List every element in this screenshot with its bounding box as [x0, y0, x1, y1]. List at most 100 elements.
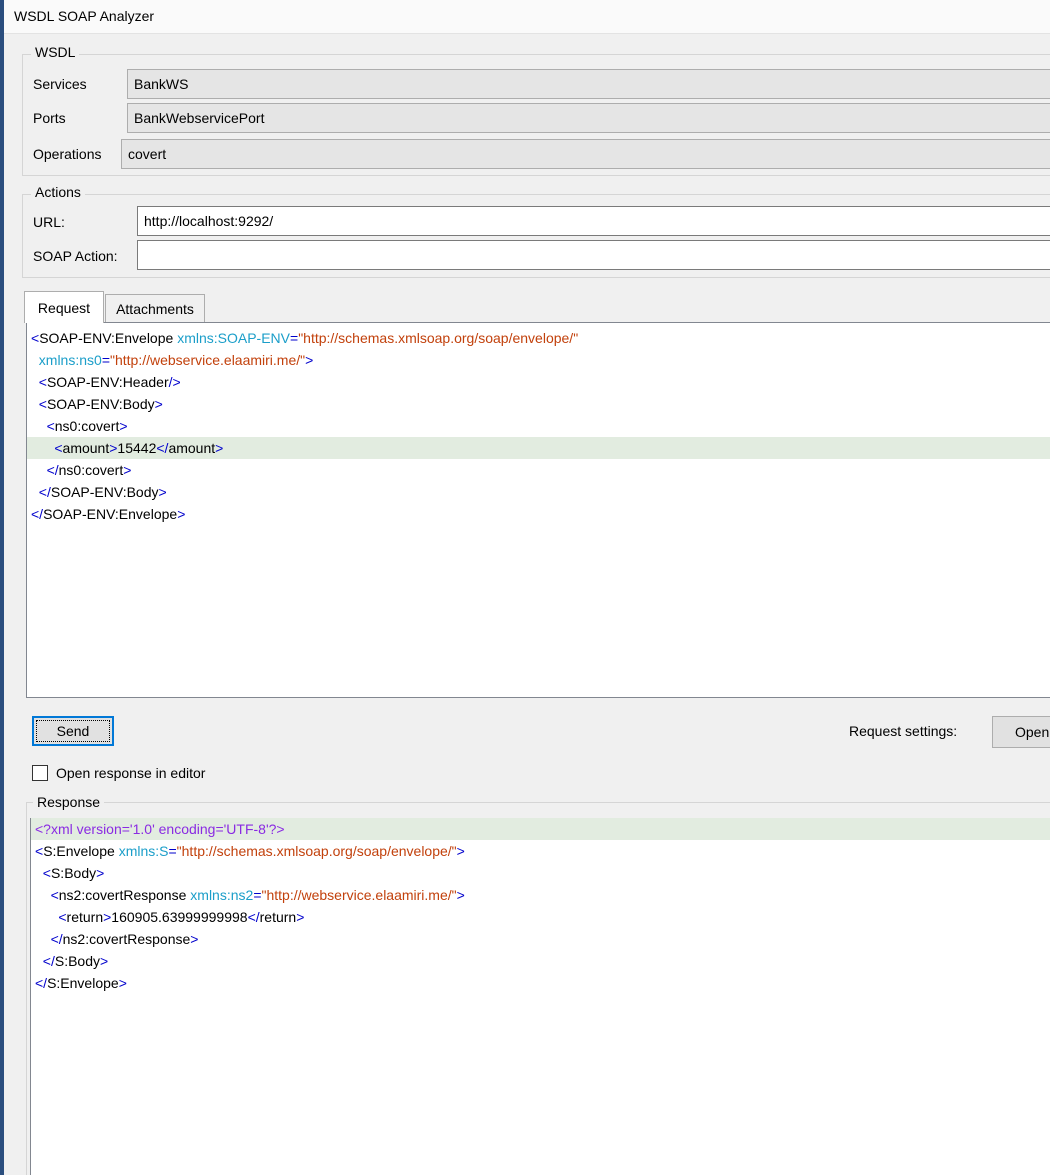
- response-token: <: [58, 909, 67, 925]
- services-value: BankWS: [134, 76, 189, 92]
- request-line: </SOAP-ENV:Body>: [27, 481, 1050, 503]
- request-token: </: [38, 484, 51, 500]
- response-token: <: [42, 865, 51, 881]
- request-token: <: [54, 440, 63, 456]
- send-button[interactable]: Send: [32, 716, 114, 746]
- request-token: SOAP-ENV:Body: [50, 484, 159, 500]
- soap-analyzer-window: WSDL SOAP Analyzer WSDL Services BankWS …: [4, 0, 1050, 1175]
- response-token: >: [100, 953, 109, 969]
- response-token: </: [50, 931, 63, 947]
- response-token: <: [35, 843, 44, 859]
- request-token: =: [101, 352, 110, 368]
- request-token: >: [154, 396, 163, 412]
- ports-combo[interactable]: BankWebservicePort: [127, 103, 1050, 133]
- response-token: [35, 931, 51, 947]
- ports-label: Ports: [33, 110, 66, 126]
- services-combo[interactable]: BankWS: [127, 69, 1050, 99]
- response-token: return: [66, 909, 104, 925]
- response-line: </S:Envelope>: [31, 972, 1050, 994]
- request-line: xmlns:ns0="http://webservice.elaamiri.me…: [27, 349, 1050, 371]
- request-token: <: [46, 418, 55, 434]
- open-response-label: Open response in editor: [56, 765, 206, 781]
- response-token: xmlns:S: [118, 843, 169, 859]
- response-token: [35, 909, 58, 925]
- response-line: </ns2:covertResponse>: [31, 928, 1050, 950]
- response-line: <S:Body>: [31, 862, 1050, 884]
- request-token: >: [215, 440, 224, 456]
- response-token: <?xml version='1.0' encoding='UTF-8'?>: [35, 821, 285, 837]
- operations-combo[interactable]: covert: [121, 139, 1050, 169]
- response-token: >: [456, 843, 465, 859]
- response-token: >: [96, 865, 105, 881]
- response-line: <return>160905.63999999998</return>: [31, 906, 1050, 928]
- open-settings-button-label: Open: [1015, 724, 1050, 740]
- response-token: >: [190, 931, 199, 947]
- tab-request-label: Request: [37, 299, 91, 316]
- response-viewer[interactable]: <?xml version='1.0' encoding='UTF-8'?> <S…: [30, 818, 1050, 1175]
- response-line: </S:Body>: [31, 950, 1050, 972]
- request-line: <SOAP-ENV:Envelope xmlns:SOAP-ENV="http:…: [27, 327, 1050, 349]
- request-token: 15442: [117, 440, 157, 456]
- response-token: </: [42, 953, 55, 969]
- soap-action-input[interactable]: [137, 240, 1050, 270]
- tab-attachments-label: Attachments: [116, 300, 194, 317]
- request-token: </: [31, 506, 44, 522]
- request-token: <: [38, 396, 47, 412]
- request-token: [31, 484, 39, 500]
- operations-label: Operations: [33, 146, 102, 162]
- response-token: >: [118, 975, 127, 991]
- request-token: SOAP-ENV:Envelope: [39, 330, 174, 346]
- request-token: [31, 374, 39, 390]
- request-token: ns0:covert: [58, 462, 124, 478]
- open-response-checkbox[interactable]: [32, 765, 48, 781]
- response-token: </: [35, 975, 48, 991]
- response-token: >: [456, 887, 465, 903]
- request-token: >: [305, 352, 314, 368]
- tab-request[interactable]: Request: [24, 291, 104, 323]
- request-token: =: [290, 330, 299, 346]
- request-line: </SOAP-ENV:Envelope>: [27, 503, 1050, 525]
- wsdl-group-title: WSDL: [31, 44, 80, 60]
- response-token: S:Body: [50, 865, 97, 881]
- request-line: </ns0:covert>: [27, 459, 1050, 481]
- request-token: SOAP-ENV:Header: [46, 374, 169, 390]
- response-token: [35, 887, 51, 903]
- request-token: [31, 418, 47, 434]
- request-token: SOAP-ENV:Body: [46, 396, 155, 412]
- request-token: xmlns:SOAP-ENV: [177, 330, 290, 346]
- title-bar: WSDL SOAP Analyzer: [4, 0, 1050, 34]
- response-token: S:Body: [54, 953, 100, 969]
- request-editor[interactable]: <SOAP-ENV:Envelope xmlns:SOAP-ENV="http:…: [26, 322, 1050, 698]
- request-token: >: [177, 506, 186, 522]
- response-token: [35, 865, 43, 881]
- request-settings-label: Request settings:: [849, 723, 958, 739]
- request-line: <SOAP-ENV:Header/>: [27, 371, 1050, 393]
- open-settings-button[interactable]: Open: [992, 716, 1050, 748]
- response-token: =: [168, 843, 177, 859]
- request-token: >: [123, 462, 132, 478]
- request-token: "http://schemas.xmlsoap.org/soap/envelop…: [298, 330, 579, 346]
- response-token: return: [259, 909, 297, 925]
- response-token: S:Envelope: [47, 975, 119, 991]
- request-token: amount: [62, 440, 110, 456]
- request-token: "http://webservice.elaamiri.me/": [110, 352, 306, 368]
- response-token: ns2:covertResponse: [62, 931, 191, 947]
- request-token: <: [31, 330, 40, 346]
- request-token: >: [119, 418, 128, 434]
- request-token: <: [38, 374, 47, 390]
- request-token: ns0:covert: [54, 418, 120, 434]
- window-title: WSDL SOAP Analyzer: [14, 8, 155, 24]
- request-line: <SOAP-ENV:Body>: [27, 393, 1050, 415]
- response-token: >: [296, 909, 305, 925]
- request-token: </: [46, 462, 59, 478]
- response-token: =: [253, 887, 262, 903]
- response-token: ns2:covertResponse: [58, 887, 187, 903]
- response-token: <: [50, 887, 59, 903]
- request-line: <amount>15442</amount>: [27, 437, 1050, 459]
- url-input[interactable]: http://localhost:9292/: [137, 206, 1050, 236]
- response-token: "http://webservice.elaamiri.me/": [261, 887, 457, 903]
- ports-value: BankWebservicePort: [134, 110, 265, 126]
- tab-attachments[interactable]: Attachments: [105, 294, 205, 322]
- request-token: >: [158, 484, 167, 500]
- request-token: xmlns:ns0: [38, 352, 102, 368]
